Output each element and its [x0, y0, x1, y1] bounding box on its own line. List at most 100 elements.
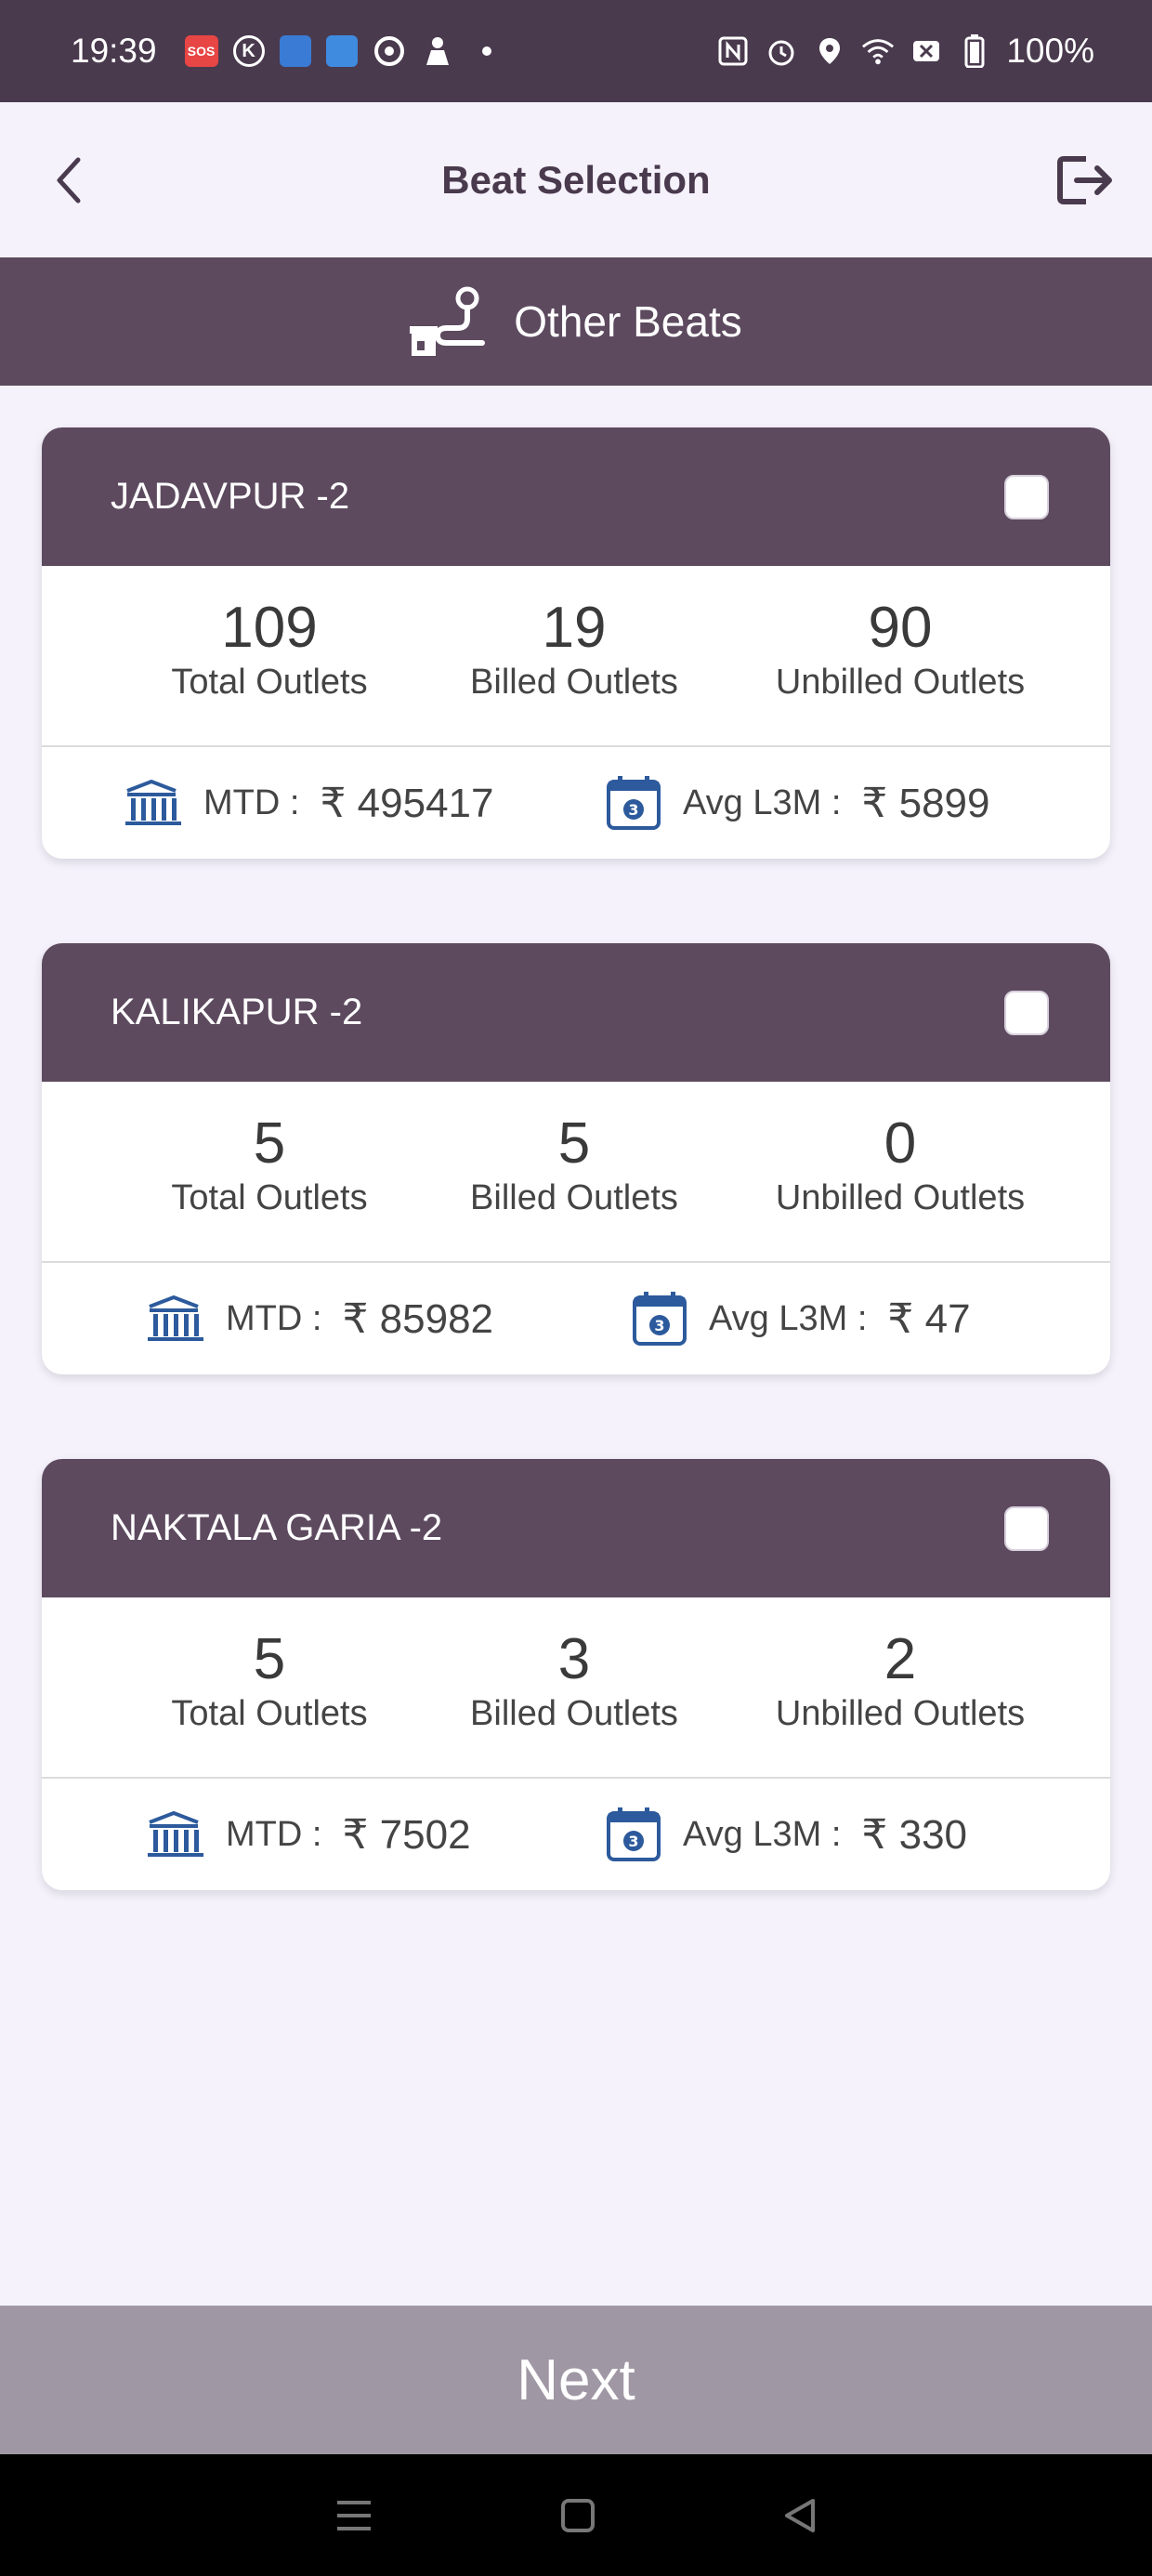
section-title: Other Beats: [514, 297, 742, 346]
stats-row: 109 Total Outlets 19 Billed Outlets 90 U…: [42, 566, 1110, 747]
status-left: 19:39 SOS K: [71, 32, 491, 71]
back-triangle-icon[interactable]: [781, 2497, 818, 2534]
logout-button[interactable]: [1052, 147, 1119, 214]
person-icon: [421, 34, 454, 68]
mtd-value: ₹ 495417: [320, 780, 494, 826]
avg-label: Avg L3M :: [683, 782, 842, 822]
beat-card[interactable]: NAKTALA GARIA -2 5 Total Outlets 3 Bille…: [42, 1459, 1110, 1890]
status-right: 100%: [716, 32, 1094, 71]
total-outlets-stat: 109 Total Outlets: [121, 598, 418, 703]
beat-card-header: KALIKAPUR -2: [42, 943, 1110, 1082]
money-row: MTD : ₹ 85982 3 Avg L3M : ₹ 47: [42, 1263, 1110, 1374]
avg-value: ₹ 47: [887, 1295, 971, 1342]
total-outlets-value: 5: [253, 1627, 286, 1691]
total-outlets-stat: 5 Total Outlets: [121, 1629, 418, 1734]
calendar-icon: 3: [607, 776, 661, 830]
beat-card[interactable]: JADAVPUR -2 109 Total Outlets 19 Billed …: [42, 427, 1110, 859]
calendar-icon: 3: [633, 1292, 687, 1346]
status-time: 19:39: [71, 32, 157, 70]
beat-checkbox[interactable]: [1004, 474, 1049, 519]
no-sim-icon: [910, 34, 943, 68]
mtd-label: MTD :: [203, 782, 300, 822]
billed-outlets-label: Billed Outlets: [470, 1178, 678, 1217]
total-outlets-value: 109: [221, 596, 318, 660]
calendar-icon: 3: [607, 1807, 661, 1861]
avg-value: ₹ 330: [861, 1811, 968, 1858]
billed-outlets-stat: 19 Billed Outlets: [425, 598, 723, 703]
page-title: Beat Selection: [441, 157, 711, 202]
unbilled-outlets-stat: 0 Unbilled Outlets: [752, 1113, 1049, 1218]
logout-icon: [1057, 155, 1112, 204]
chrome-icon: [373, 34, 406, 68]
billed-outlets-value: 3: [557, 1627, 591, 1691]
money-row: MTD : ₹ 495417 3 Avg L3M : ₹ 5899: [42, 747, 1110, 859]
avg-group: 3 Avg L3M : ₹ 330: [605, 1806, 967, 1863]
mtd-group: MTD : ₹ 85982: [146, 1295, 493, 1343]
avg-label: Avg L3M :: [709, 1298, 868, 1338]
next-label: Next: [517, 2347, 635, 2412]
unbilled-outlets-label: Unbilled Outlets: [775, 1694, 1026, 1733]
beat-card-header: JADAVPUR -2: [42, 427, 1110, 566]
billed-outlets-value: 5: [557, 1111, 591, 1176]
total-outlets-label: Total Outlets: [171, 1178, 368, 1217]
svg-text:3: 3: [628, 1833, 638, 1850]
beat-name: JADAVPUR -2: [111, 476, 350, 517]
calculator-app-icon: [325, 35, 358, 67]
home-icon[interactable]: [559, 2497, 596, 2534]
beat-checkbox[interactable]: [1004, 1505, 1049, 1551]
battery-icon: [958, 34, 991, 68]
sos-icon: SOS: [184, 35, 218, 67]
beat-card[interactable]: KALIKAPUR -2 5 Total Outlets 5 Billed Ou…: [42, 943, 1110, 1374]
unbilled-outlets-stat: 2 Unbilled Outlets: [752, 1629, 1049, 1734]
billed-outlets-stat: 5 Billed Outlets: [425, 1113, 723, 1218]
menu-icon[interactable]: [334, 2497, 374, 2534]
bank-chart-icon: [148, 1295, 203, 1341]
money-row: MTD : ₹ 7502 3 Avg L3M : ₹ 330: [42, 1779, 1110, 1890]
bank-chart-icon: [148, 1811, 203, 1857]
beat-checkbox[interactable]: [1004, 990, 1049, 1035]
back-button[interactable]: [41, 152, 97, 208]
k-app-icon: K: [232, 35, 265, 67]
system-nav-bar: [0, 2454, 1152, 2576]
avg-group: 3 Avg L3M : ₹ 5899: [605, 774, 990, 832]
total-outlets-label: Total Outlets: [171, 1694, 368, 1733]
avg-value: ₹ 5899: [861, 780, 990, 826]
billed-outlets-value: 19: [542, 596, 607, 660]
more-notifications-dot: [481, 46, 491, 56]
mtd-label: MTD :: [226, 1814, 322, 1854]
mtd-label: MTD :: [226, 1298, 322, 1338]
total-outlets-value: 5: [253, 1111, 286, 1176]
unbilled-outlets-stat: 90 Unbilled Outlets: [752, 598, 1049, 703]
mtd-value: ₹ 7502: [342, 1811, 471, 1858]
alarm-icon: [765, 34, 798, 68]
beat-name: KALIKAPUR -2: [111, 992, 363, 1032]
avg-group: 3 Avg L3M : ₹ 47: [631, 1290, 971, 1347]
beat-card-header: NAKTALA GARIA -2: [42, 1459, 1110, 1597]
billed-outlets-label: Billed Outlets: [470, 1694, 678, 1733]
billed-outlets-label: Billed Outlets: [470, 663, 678, 702]
unbilled-outlets-value: 2: [884, 1627, 917, 1691]
next-button[interactable]: Next: [0, 2306, 1152, 2454]
beat-name: NAKTALA GARIA -2: [111, 1507, 443, 1548]
stats-row: 5 Total Outlets 3 Billed Outlets 2 Unbil…: [42, 1597, 1110, 1779]
mtd-group: MTD : ₹ 7502: [146, 1811, 471, 1859]
total-outlets-stat: 5 Total Outlets: [121, 1113, 418, 1218]
unbilled-outlets-label: Unbilled Outlets: [775, 663, 1026, 702]
location-icon: [813, 34, 846, 68]
svg-text:3: 3: [654, 1317, 664, 1334]
avg-label: Avg L3M :: [683, 1814, 842, 1854]
billed-outlets-stat: 3 Billed Outlets: [425, 1629, 723, 1734]
stats-row: 5 Total Outlets 5 Billed Outlets 0 Unbil…: [42, 1082, 1110, 1263]
nfc-icon: [716, 34, 750, 68]
svg-text:3: 3: [628, 801, 638, 819]
bank-chart-icon: [125, 780, 181, 825]
section-banner: Other Beats: [0, 257, 1152, 386]
mtd-value: ₹ 85982: [342, 1295, 494, 1342]
battery-percent: 100%: [1006, 32, 1094, 70]
app-notification-icon: [279, 35, 311, 67]
chevron-left-icon: [57, 157, 81, 203]
route-icon: [410, 286, 486, 356]
mtd-group: MTD : ₹ 495417: [124, 780, 493, 827]
unbilled-outlets-value: 0: [884, 1111, 917, 1176]
wifi-icon: [861, 34, 895, 68]
